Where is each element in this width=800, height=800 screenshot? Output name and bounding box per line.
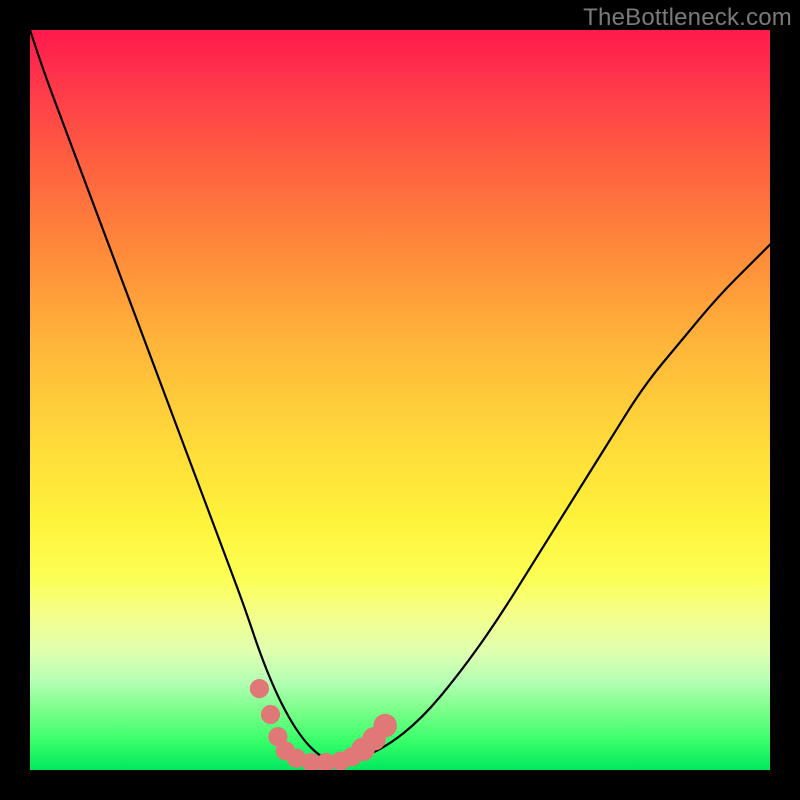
plot-area [30,30,770,770]
chart-frame: TheBottleneck.com [0,0,800,800]
curve-marker [250,679,269,698]
bottleneck-curve [30,30,770,763]
curve-marker [287,749,306,768]
marker-group [250,679,397,770]
curve-overlay [30,30,770,770]
curve-marker [316,753,335,770]
curve-marker [276,741,295,760]
curve-marker [268,727,287,746]
curve-marker [331,752,350,771]
curve-marker [362,727,386,751]
curve-marker [373,714,397,738]
watermark-text: TheBottleneck.com [583,4,792,32]
curve-marker [351,738,375,762]
curve-marker [261,705,280,724]
curve-marker [342,747,361,766]
curve-marker [302,753,321,770]
